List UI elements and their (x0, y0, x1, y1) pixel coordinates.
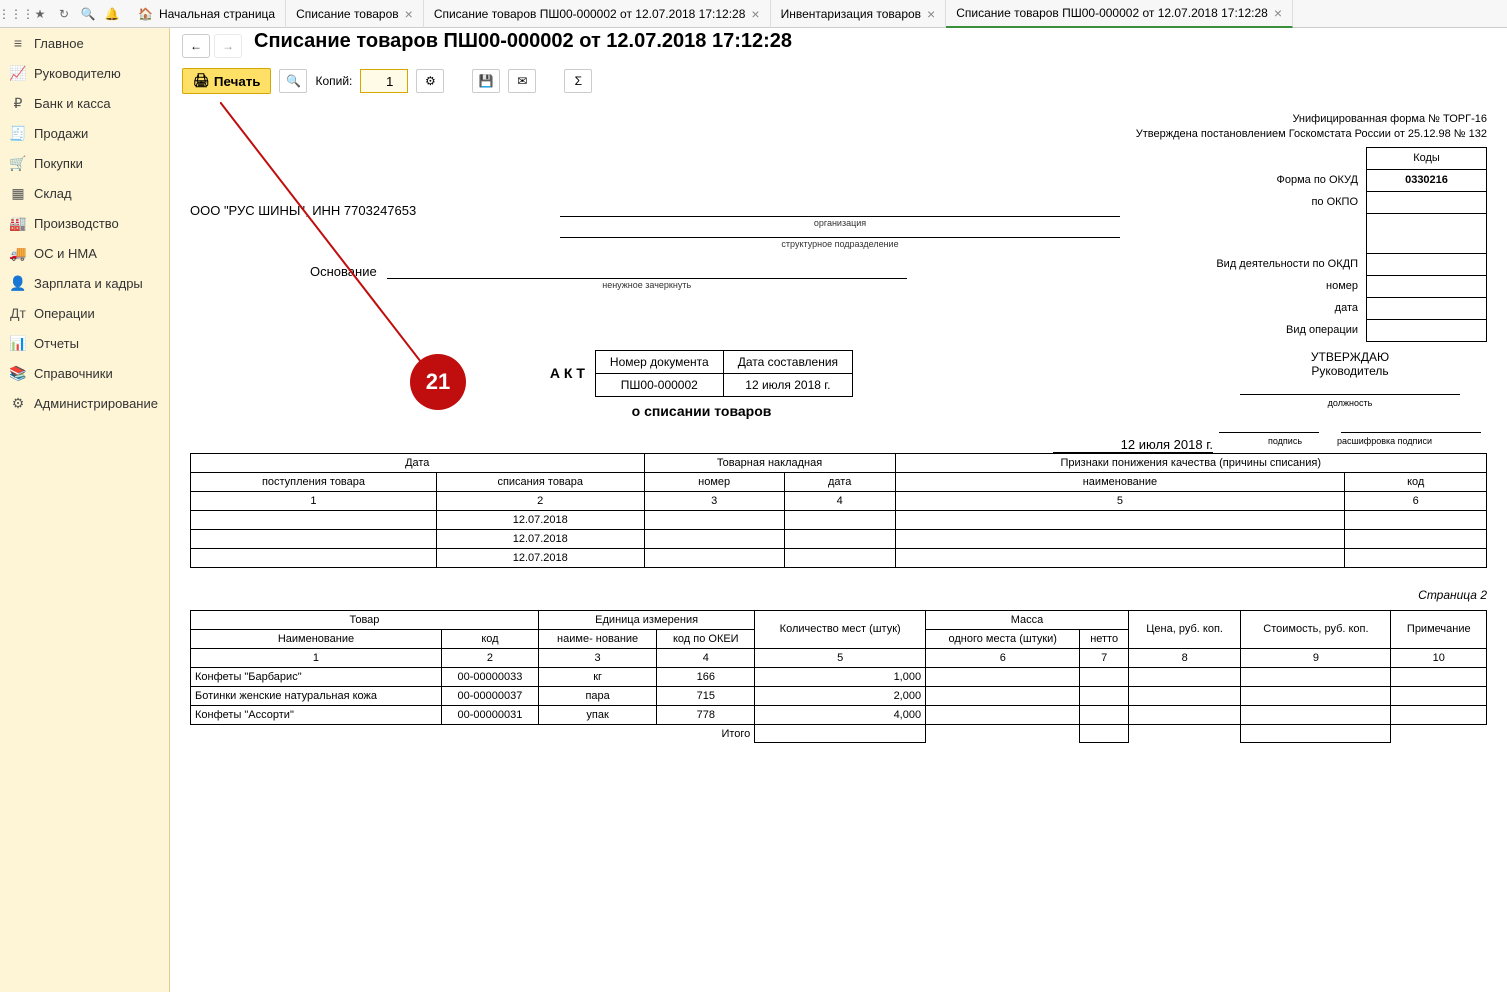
table-row: Конфеты "Барбарис"00-00000033кг1661,000 (191, 667, 1487, 686)
tab-4[interactable]: Списание товаров ПШ00-000002 от 12.07.20… (946, 0, 1293, 28)
books-icon: 📚 (10, 365, 26, 381)
sidebar-item-assets[interactable]: 🚚 ОС и НМА (0, 238, 169, 268)
sidebar-item-bank[interactable]: ₽ Банк и касса (0, 88, 169, 118)
home-icon: 🏠 (138, 7, 153, 21)
page-title: Списание товаров ПШ00-000002 от 12.07.20… (242, 30, 792, 63)
sidebar-item-label: Руководителю (34, 66, 121, 81)
sidebar: ≡ Главное 📈 Руководителю ₽ Банк и касса 🧾 Пр… (0, 28, 170, 992)
settings-button[interactable]: ⚙ (416, 69, 444, 93)
tab-label: Инвентаризация товаров (781, 7, 921, 21)
chart-icon: 📈 (10, 65, 26, 81)
sidebar-item-label: Покупки (34, 156, 83, 171)
table-row: 12.07.2018 (191, 548, 1487, 567)
toolbar: 🖨 Печать 🔍 Копий: ⚙ 💾 ✉ Σ (182, 64, 1495, 104)
codes-box: Коды Форма по ОКУД0330216 по ОКПО Вид де… (1208, 147, 1487, 342)
sidebar-item-main[interactable]: ≡ Главное (0, 28, 169, 58)
tab-label: Списание товаров ПШ00-000002 от 12.07.20… (434, 7, 746, 21)
sidebar-item-label: Справочники (34, 366, 113, 381)
header-bar: ⋮⋮⋮ ★ ↻ 🔍 🔔 🏠 Начальная страница Списани… (0, 0, 1507, 28)
tab-label: Списание товаров ПШ00-000002 от 12.07.20… (956, 6, 1268, 20)
table-row: 12.07.2018 (191, 510, 1487, 529)
sidebar-item-reports[interactable]: 📊 Отчеты (0, 328, 169, 358)
sidebar-item-label: Главное (34, 36, 84, 51)
save-button[interactable]: 💾 (472, 69, 500, 93)
sidebar-item-warehouse[interactable]: ▦ Склад (0, 178, 169, 208)
cart-icon: 🛒 (10, 155, 26, 171)
star-icon[interactable]: ★ (28, 2, 52, 26)
sidebar-item-manager[interactable]: 📈 Руководителю (0, 58, 169, 88)
annotation-badge: 21 (410, 354, 466, 410)
copies-label: Копий: (315, 74, 352, 88)
receipt-icon: 🧾 (10, 125, 26, 141)
approve-block: УТВЕРЖДАЮ Руководитель должность подпись… (1213, 350, 1487, 446)
sidebar-item-label: Операции (34, 306, 95, 321)
form-header: Унифицированная форма № ТОРГ-16 Утвержде… (190, 112, 1487, 143)
basis-label: Основание (310, 264, 377, 279)
bell-icon[interactable]: 🔔 (100, 2, 124, 26)
sidebar-item-label: Склад (34, 186, 72, 201)
tab-1[interactable]: Списание товаров × (286, 0, 424, 28)
page-2-label: Страница 2 (190, 588, 1487, 602)
act-table: Номер документаДата составления ПШ00-000… (595, 350, 853, 397)
printer-icon: 🖨 (193, 73, 210, 89)
content: ← → Списание товаров ПШ00-000002 от 12.0… (170, 28, 1507, 992)
close-icon[interactable]: × (405, 6, 413, 22)
top-date: 12 июля 2018 г. (1053, 437, 1213, 453)
sidebar-item-label: Администрирование (34, 396, 158, 411)
email-button[interactable]: ✉ (508, 69, 536, 93)
sidebar-item-label: Производство (34, 216, 119, 231)
tab-home[interactable]: 🏠 Начальная страница (128, 0, 286, 28)
sidebar-item-operations[interactable]: Дт Операции (0, 298, 169, 328)
sidebar-item-salary[interactable]: 👤 Зарплата и кадры (0, 268, 169, 298)
sidebar-item-label: Продажи (34, 126, 88, 141)
truck-icon: 🚚 (10, 245, 26, 261)
copies-input[interactable] (360, 69, 408, 93)
sidebar-item-label: Банк и касса (34, 96, 111, 111)
history-icon[interactable]: ↻ (52, 2, 76, 26)
sidebar-item-purchases[interactable]: 🛒 Покупки (0, 148, 169, 178)
sum-button[interactable]: Σ (564, 69, 592, 93)
close-icon[interactable]: × (751, 6, 759, 22)
gear-icon: ⚙ (10, 395, 26, 411)
print-label: Печать (214, 74, 261, 89)
print-button[interactable]: 🖨 Печать (182, 68, 271, 94)
dt-icon: Дт (10, 305, 26, 321)
person-icon: 👤 (10, 275, 26, 291)
tab-3[interactable]: Инвентаризация товаров × (771, 0, 947, 28)
sidebar-item-directories[interactable]: 📚 Справочники (0, 358, 169, 388)
factory-icon: 🏭 (10, 215, 26, 231)
back-button[interactable]: ← (182, 34, 210, 58)
close-icon[interactable]: × (1274, 5, 1282, 21)
apps-icon[interactable]: ⋮⋮⋮ (4, 2, 28, 26)
table-row: Ботинки женские натуральная кожа00-00000… (191, 686, 1487, 705)
search-icon[interactable]: 🔍 (76, 2, 100, 26)
tab-2[interactable]: Списание товаров ПШ00-000002 от 12.07.20… (424, 0, 771, 28)
sidebar-item-production[interactable]: 🏭 Производство (0, 208, 169, 238)
preview-button[interactable]: 🔍 (279, 69, 307, 93)
table-row: 12.07.2018 (191, 529, 1487, 548)
sidebar-item-admin[interactable]: ⚙ Администрирование (0, 388, 169, 418)
table-1: Дата Товарная накладная Признаки понижен… (190, 453, 1487, 568)
tabs: 🏠 Начальная страница Списание товаров × … (128, 0, 1507, 28)
forward-button[interactable]: → (214, 34, 242, 58)
table-2: Товар Единица измерения Количество мест … (190, 610, 1487, 744)
table-row: Конфеты "Ассорти"00-00000031упак7784,000 (191, 705, 1487, 724)
bars-icon: 📊 (10, 335, 26, 351)
sidebar-item-sales[interactable]: 🧾 Продажи (0, 118, 169, 148)
ruble-icon: ₽ (10, 95, 26, 111)
grid-icon: ▦ (10, 185, 26, 201)
tab-label: Списание товаров (296, 7, 399, 21)
close-icon[interactable]: × (927, 6, 935, 22)
menu-icon: ≡ (10, 35, 26, 51)
sidebar-item-label: Отчеты (34, 336, 79, 351)
sidebar-item-label: Зарплата и кадры (34, 276, 143, 291)
sidebar-item-label: ОС и НМА (34, 246, 97, 261)
tab-label: Начальная страница (159, 7, 275, 21)
act-label: А К Т (550, 365, 585, 381)
